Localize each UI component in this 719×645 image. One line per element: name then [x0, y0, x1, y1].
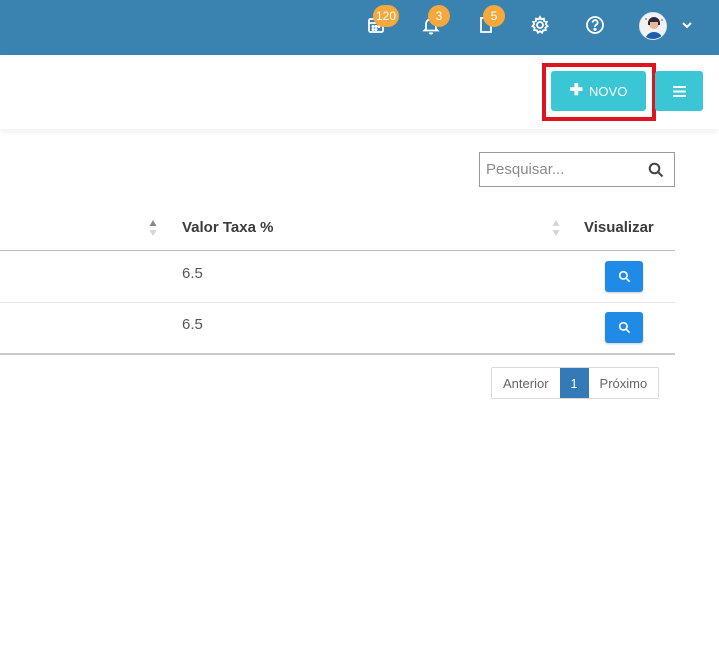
- sort-icon[interactable]: [552, 219, 560, 237]
- new-button-label: NOVO: [589, 83, 628, 99]
- table-bottom-border: [0, 353, 675, 355]
- notifications-badge: 3: [428, 5, 450, 27]
- calendar-icon[interactable]: 120: [365, 5, 400, 36]
- search-icon: [618, 321, 630, 334]
- menu-button[interactable]: [655, 71, 703, 111]
- plus-icon: ✚: [569, 82, 584, 99]
- pagination: Anterior 1 Próximo: [491, 367, 660, 399]
- previous-page-button[interactable]: Anterior: [492, 368, 560, 398]
- chevron-down-icon[interactable]: [680, 18, 694, 32]
- top-navbar: 120 3 5: [0, 0, 719, 55]
- help-icon[interactable]: [584, 14, 606, 36]
- calendar-badge: 120: [373, 5, 400, 27]
- new-button[interactable]: ✚ NOVO: [551, 71, 646, 111]
- table-header: Valor Taxa % Visualizar: [0, 207, 675, 251]
- column-header-valor-taxa[interactable]: Valor Taxa %: [182, 219, 273, 236]
- view-button[interactable]: [605, 312, 643, 343]
- sort-icon[interactable]: [149, 219, 157, 237]
- bell-icon[interactable]: 3: [420, 5, 450, 36]
- next-page-button[interactable]: Próximo: [588, 368, 659, 398]
- document-icon[interactable]: 5: [475, 5, 505, 36]
- page-1-button[interactable]: 1: [559, 368, 589, 398]
- search-icon: [618, 270, 630, 283]
- valor-taxa-cell: 6.5: [182, 316, 203, 333]
- view-button[interactable]: [605, 261, 643, 292]
- search-input[interactable]: [480, 153, 640, 186]
- hamburger-icon: [672, 85, 686, 97]
- search-icon[interactable]: [648, 162, 664, 178]
- column-header-visualizar: Visualizar: [584, 219, 654, 236]
- avatar[interactable]: [639, 12, 667, 40]
- gear-icon[interactable]: [529, 14, 551, 36]
- documents-badge: 5: [483, 5, 505, 27]
- valor-taxa-cell: 6.5: [182, 265, 203, 282]
- table-row: 6.5: [0, 302, 675, 354]
- search-box: [479, 152, 675, 187]
- table-row: 6.5: [0, 251, 675, 303]
